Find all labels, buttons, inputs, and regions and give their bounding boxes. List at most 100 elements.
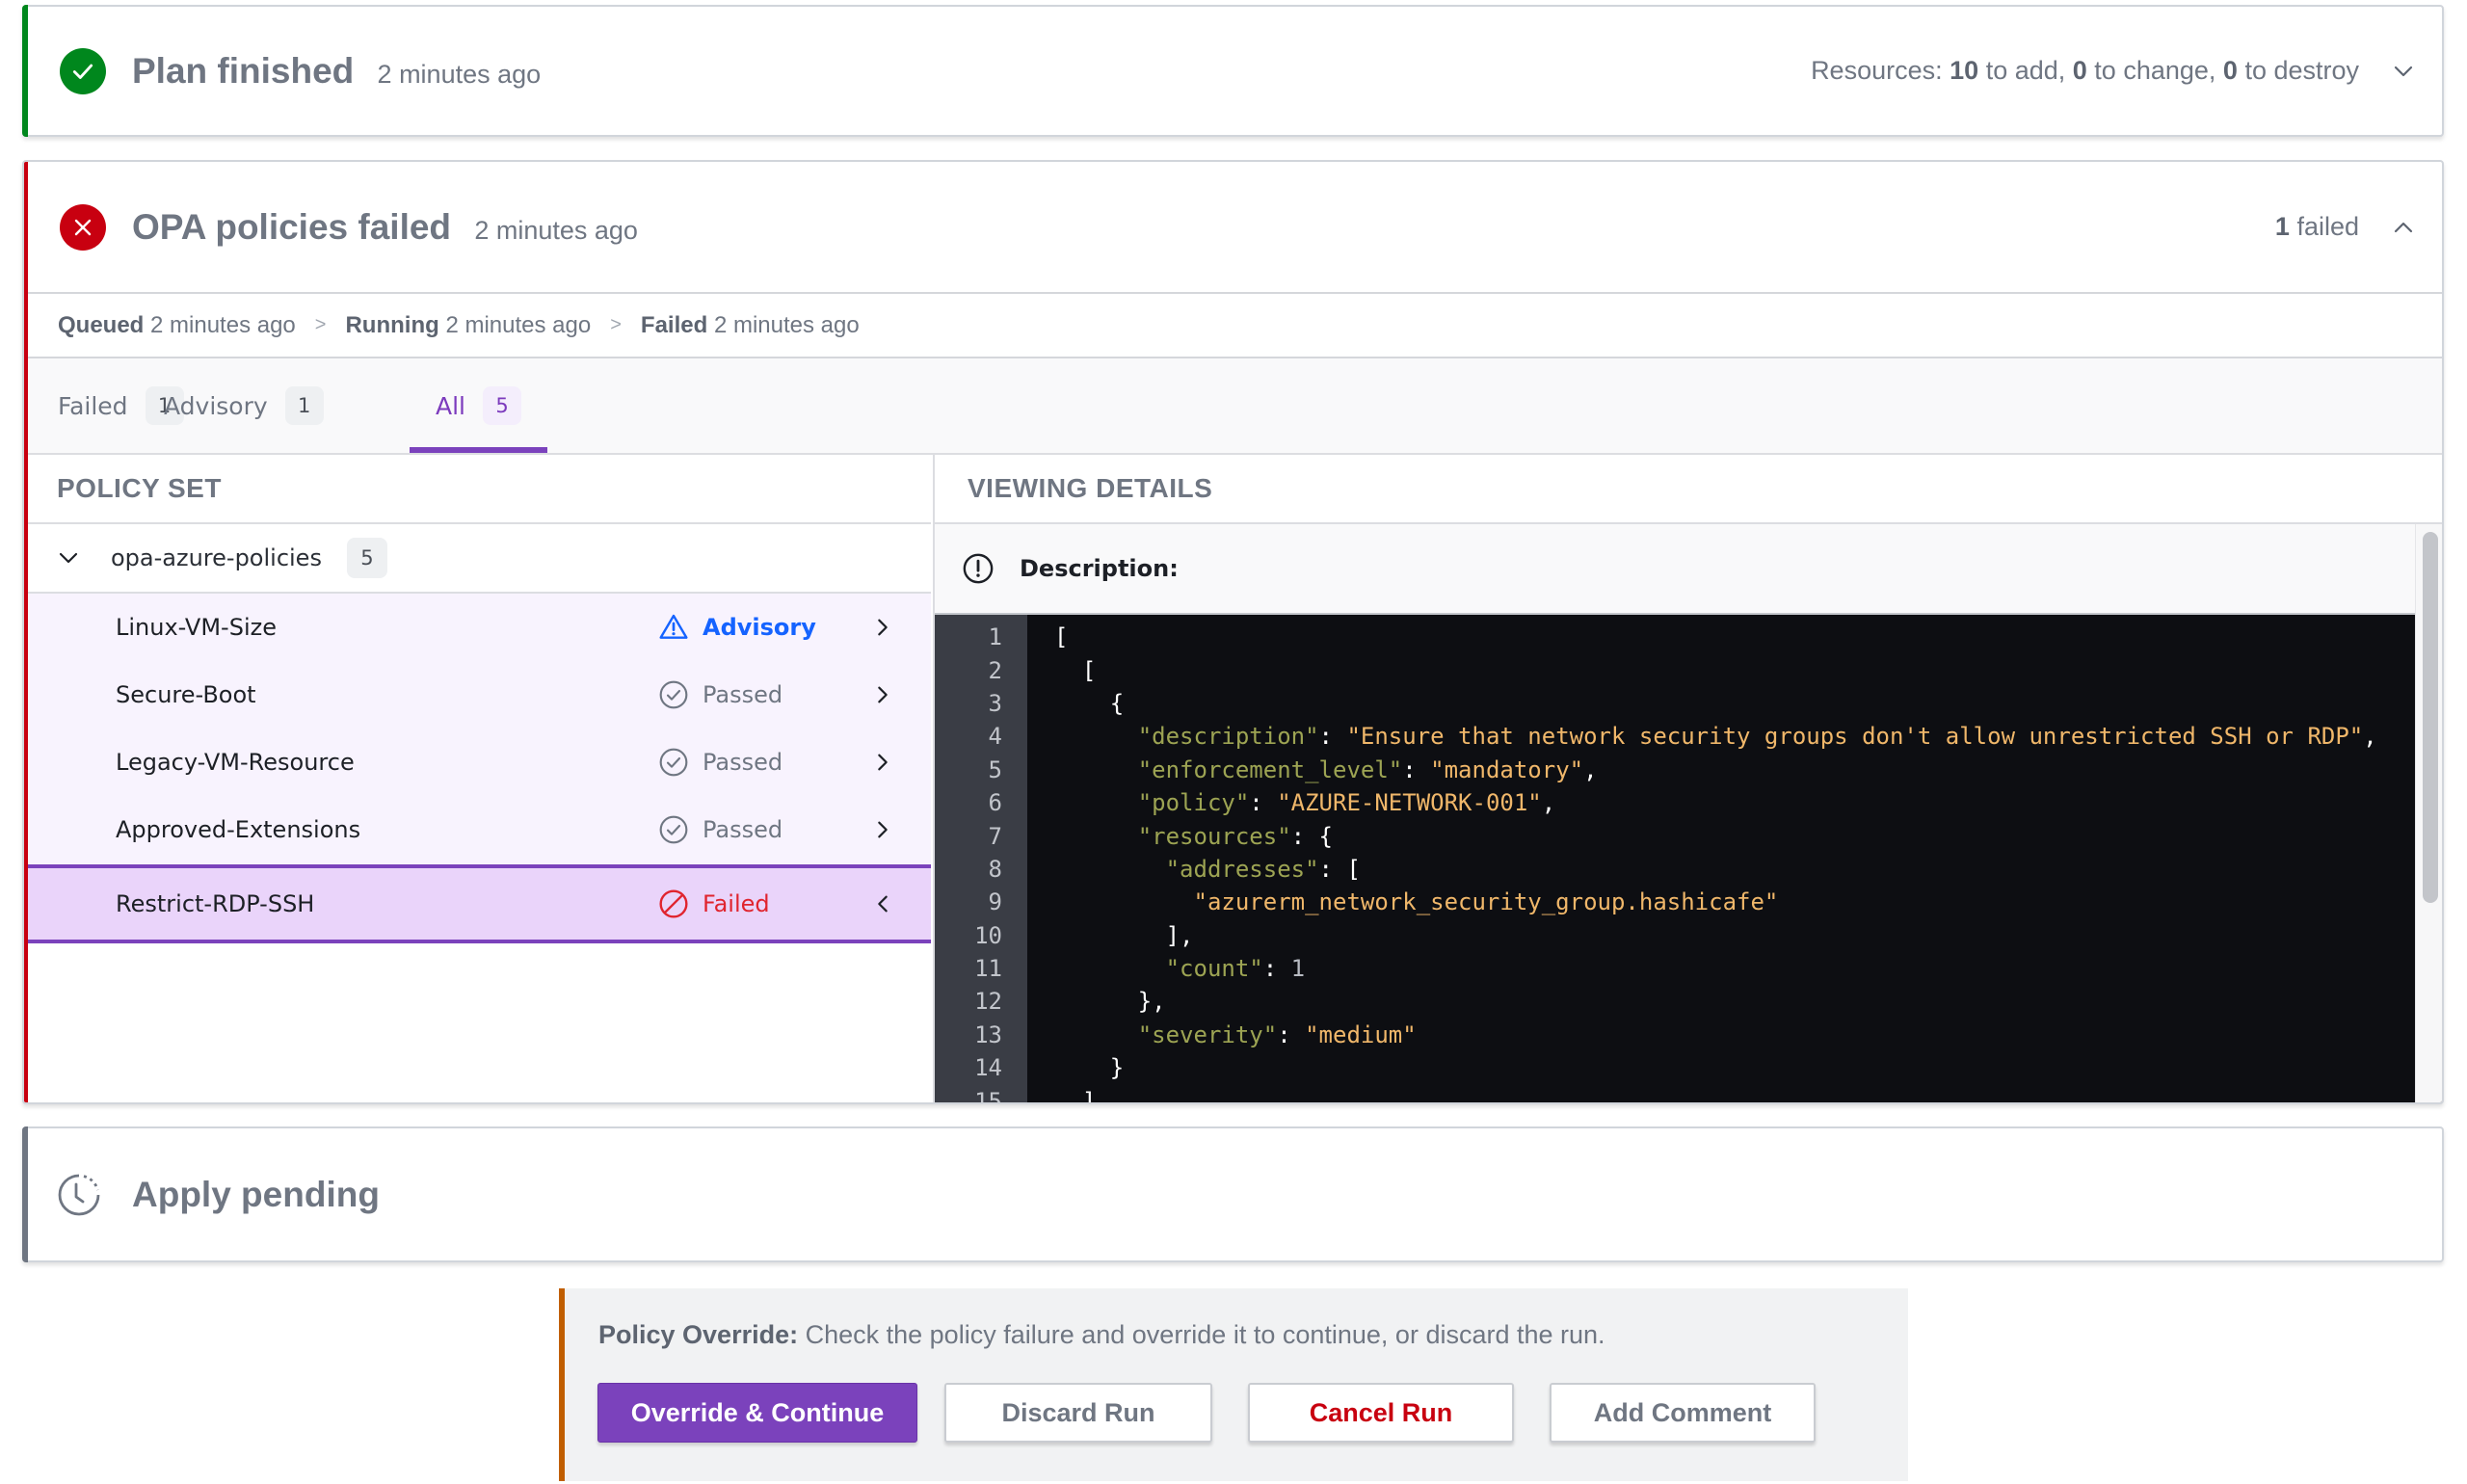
opa-failed-summary: 1 failed — [2275, 212, 2419, 243]
policy-status: Passed — [658, 814, 783, 845]
code-text: }, — [1054, 988, 1166, 1015]
code-viewer[interactable]: 1[2 [3 {4 "description": "Ensure that ne… — [935, 613, 2442, 1102]
override-continue-button[interactable]: Override & Continue — [597, 1383, 917, 1443]
code-line: 11 "count": 1 — [935, 952, 2442, 985]
description-label: Description: — [1020, 555, 1179, 582]
line-number: 3 — [988, 689, 1002, 717]
json-key: "severity" — [1137, 1020, 1278, 1048]
tab-advisory[interactable]: Advisory 1 — [164, 358, 324, 453]
opa-title: OPA policies failed 2 minutes ago — [132, 207, 638, 248]
run-timeline: Queued 2 minutes ago > Running 2 minutes… — [24, 294, 2442, 358]
json-punctuation: : — [1318, 723, 1347, 751]
json-punctuation: , — [1541, 789, 1556, 817]
line-number: 2 — [988, 656, 1002, 684]
code-text: "resources": { — [1054, 823, 1333, 850]
json-punctuation — [1054, 723, 1138, 750]
timeline-queued: Queued 2 minutes ago — [58, 311, 296, 338]
policy-row-approved-extensions[interactable]: Approved-Extensions Passed — [24, 796, 931, 863]
line-number: 6 — [988, 789, 1002, 817]
change-count: 0 — [2072, 56, 2087, 85]
chevron-right-icon[interactable] — [872, 819, 893, 840]
failed-count: 1 — [2274, 212, 2290, 241]
opa-policies-card: OPA policies failed 2 minutes ago 1 fail… — [22, 160, 2444, 1104]
json-punctuation: : — [1277, 1020, 1306, 1048]
plan-finished-card: Plan finished 2 minutes ago Resources: 1… — [22, 5, 2444, 137]
chevron-right-icon[interactable] — [872, 752, 893, 773]
add-comment-button[interactable]: Add Comment — [1550, 1383, 1816, 1443]
chevron-down-icon[interactable] — [2388, 56, 2419, 87]
chevron-right-icon[interactable] — [872, 617, 893, 638]
code-line: 13 "severity": "medium" — [935, 1019, 2442, 1051]
details-scrollbar[interactable] — [2415, 524, 2442, 1102]
policy-row-secure-boot[interactable]: Secure-Boot Passed — [24, 661, 931, 729]
check-circle-icon — [659, 748, 688, 777]
code-line: 4 "description": "Ensure that network se… — [935, 720, 2442, 753]
json-punctuation: ], — [1054, 921, 1194, 949]
policy-status-label: Failed — [703, 890, 770, 917]
json-punctuation — [1054, 756, 1138, 783]
timeline-separator: > — [314, 314, 327, 335]
timeline-separator: > — [610, 314, 622, 335]
chevron-right-icon[interactable] — [872, 684, 893, 705]
json-punctuation: , — [1583, 755, 1598, 783]
status-stripe — [24, 162, 28, 1102]
discard-run-button[interactable]: Discard Run — [944, 1383, 1212, 1443]
json-string: "AZURE-NETWORK-001" — [1277, 789, 1542, 817]
tab-all[interactable]: All 5 — [410, 358, 547, 453]
apply-pending-card: Apply pending — [22, 1126, 2444, 1262]
json-punctuation: { — [1054, 689, 1125, 717]
json-punctuation — [1054, 955, 1166, 982]
policy-row-linux-vm-size[interactable]: Linux-VM-Size Advisory — [24, 594, 931, 661]
check-circle-icon — [659, 680, 688, 709]
policy-status-label: Advisory — [703, 614, 816, 641]
json-punctuation: [ — [1054, 656, 1097, 684]
line-number: 4 — [988, 723, 1002, 751]
policy-name: Secure-Boot — [116, 681, 256, 708]
code-text: "description": "Ensure that network secu… — [1054, 723, 2377, 750]
json-punctuation: ] — [1054, 1087, 1097, 1102]
policy-set-name: opa-azure-policies — [111, 544, 322, 571]
code-line: 5 "enforcement_level": "mandatory", — [935, 754, 2442, 786]
chevron-down-icon[interactable] — [57, 546, 88, 570]
json-punctuation — [1054, 1021, 1138, 1048]
policy-row-restrict-rdp-ssh[interactable]: Restrict-RDP-SSH Failed — [24, 864, 931, 943]
json-string: "mandatory" — [1430, 755, 1584, 783]
chevron-left-icon[interactable] — [872, 893, 893, 914]
json-number: 1 — [1290, 955, 1306, 983]
policy-set-group[interactable]: opa-azure-policies 5 — [24, 524, 931, 594]
policy-status: Advisory — [658, 612, 816, 643]
plan-header[interactable]: Plan finished 2 minutes ago Resources: 1… — [24, 7, 2442, 135]
line-number: 10 — [974, 921, 1002, 949]
failed-summary-text: 1 failed — [2275, 212, 2359, 242]
code-text: "azurerm_network_security_group.hashicaf… — [1054, 888, 1779, 915]
cancel-run-button[interactable]: Cancel Run — [1248, 1383, 1514, 1443]
json-punctuation: }, — [1054, 988, 1166, 1016]
check-circle-icon — [60, 47, 106, 94]
policy-row-legacy-vm-resource[interactable]: Legacy-VM-Resource Passed — [24, 729, 931, 796]
policy-set-count-badge: 5 — [346, 538, 387, 578]
json-punctuation: : [ — [1318, 855, 1361, 883]
policy-name: Approved-Extensions — [116, 816, 361, 843]
json-key: "enforcement_level" — [1137, 755, 1403, 783]
json-key: "resources" — [1137, 822, 1291, 850]
line-number: 9 — [988, 888, 1002, 916]
scrollbar-thumb[interactable] — [2423, 532, 2438, 903]
policy-name: Restrict-RDP-SSH — [116, 890, 315, 917]
json-string: "medium" — [1305, 1020, 1417, 1048]
json-punctuation: : { — [1290, 822, 1334, 850]
code-text: ], — [1054, 922, 1194, 949]
code-line: 6 "policy": "AZURE-NETWORK-001", — [935, 786, 2442, 819]
code-text: "count": 1 — [1054, 955, 1306, 983]
json-punctuation — [1054, 789, 1138, 816]
description-bar: Description: — [935, 524, 2442, 613]
opa-header[interactable]: OPA policies failed 2 minutes ago 1 fail… — [24, 162, 2442, 294]
json-punctuation: } — [1054, 1054, 1125, 1082]
opa-title-text: OPA policies failed — [132, 206, 452, 247]
policy-name: Linux-VM-Size — [116, 614, 277, 641]
code-line: 10 ], — [935, 919, 2442, 952]
clock-pending-icon — [56, 1172, 102, 1218]
line-number: 1 — [988, 623, 1002, 651]
change-label: to change, — [2086, 56, 2223, 85]
chevron-up-icon[interactable] — [2388, 212, 2419, 243]
details-header: VIEWING DETAILS — [935, 455, 2442, 524]
